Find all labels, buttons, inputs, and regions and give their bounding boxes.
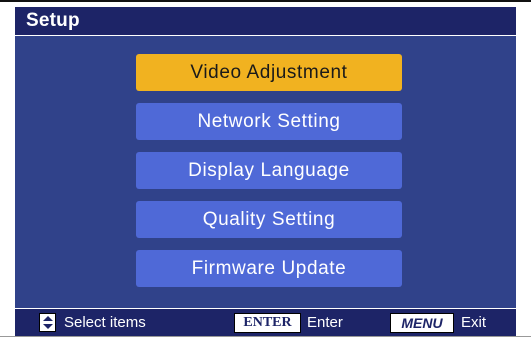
display-language-button[interactable]: Display Language <box>136 152 402 189</box>
network-setting-button[interactable]: Network Setting <box>136 103 402 140</box>
enter-label: Enter <box>307 314 343 331</box>
setup-screen: Setup Video Adjustment Network Setting D… <box>15 7 516 336</box>
menu-key-icon: MENU <box>390 313 454 333</box>
title-bar: Setup <box>15 7 516 36</box>
firmware-update-button[interactable]: Firmware Update <box>136 250 402 287</box>
top-rule <box>0 0 531 2</box>
quality-setting-button[interactable]: Quality Setting <box>136 201 402 238</box>
exit-label: Exit <box>461 314 487 331</box>
up-down-arrows-icon <box>39 313 56 332</box>
select-items-label: Select items <box>64 314 146 331</box>
video-adjustment-button[interactable]: Video Adjustment <box>136 54 402 91</box>
bottom-rule <box>0 336 531 337</box>
page-title: Setup <box>26 10 80 31</box>
footer-help-bar: Select items ENTER Enter MENU Exit <box>15 308 516 336</box>
enter-key-icon: ENTER <box>234 313 301 333</box>
